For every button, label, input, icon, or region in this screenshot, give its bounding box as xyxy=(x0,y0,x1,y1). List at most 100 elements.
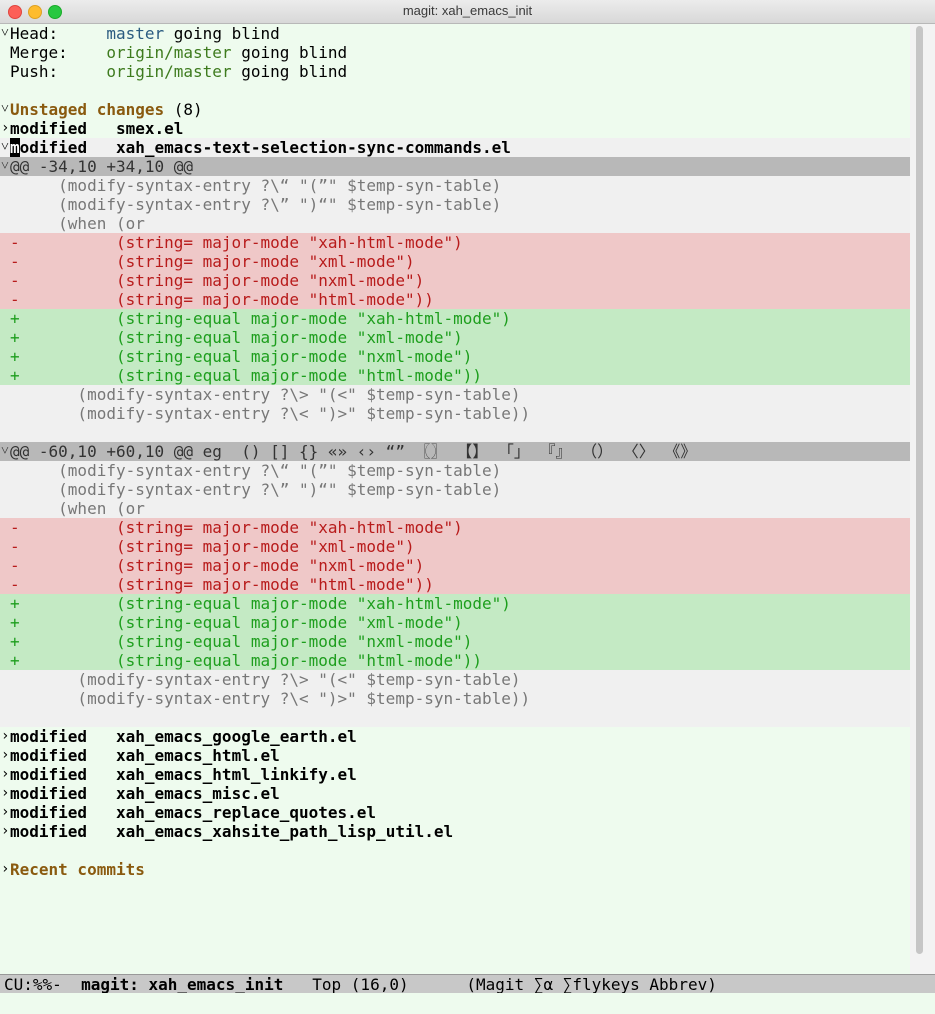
file-name[interactable]: xah_emacs_html_linkify.el xyxy=(116,765,357,784)
diff-line-text: + (string-equal major-mode "xml-mode") xyxy=(10,613,463,632)
head-line[interactable]: Push: origin/master going blind xyxy=(0,62,935,81)
branch-ref[interactable]: master xyxy=(106,24,164,43)
hunk-header[interactable]: ˅ @@ -34,10 +34,10 @@ xyxy=(0,157,910,176)
diff-context-line[interactable]: (modify-syntax-entry ?\> "(<" $temp-syn-… xyxy=(0,385,935,404)
diff-context-line[interactable]: (modify-syntax-entry ?\” ")“" $temp-syn-… xyxy=(0,480,935,499)
head-label: Merge: xyxy=(10,43,68,62)
section-title[interactable]: Unstaged changes xyxy=(10,100,164,119)
diff-added-line[interactable]: + (string-equal major-mode "html-mode")) xyxy=(0,366,910,385)
file-entry[interactable]: › modified xah_emacs_replace_quotes.el xyxy=(0,803,935,822)
diff-line-text: (when (or xyxy=(10,214,145,233)
diff-removed-line[interactable]: - (string= major-mode "html-mode")) xyxy=(0,290,910,309)
diff-added-line[interactable]: + (string-equal major-mode "nxml-mode") xyxy=(0,632,910,651)
file-entry[interactable]: › modified xah_emacs_html_linkify.el xyxy=(0,765,935,784)
expand-chevron-icon[interactable]: › xyxy=(1,727,10,746)
modeline-position: Top (16,0) xyxy=(312,975,409,994)
modeline-modes: (Magit ∑α ∑flykeys Abbrev) xyxy=(466,975,717,994)
collapse-chevron-icon[interactable]: ˅ xyxy=(1,100,10,119)
diff-removed-line[interactable]: - (string= major-mode "xah-html-mode") xyxy=(0,518,910,537)
expand-chevron-icon[interactable]: › xyxy=(1,119,10,138)
hunk-header[interactable]: ˅ @@ -60,10 +60,10 @@ eg () [] {} «» ‹› “… xyxy=(0,442,910,461)
section-unstaged[interactable]: ˅ Unstaged changes (8) xyxy=(0,100,935,119)
collapse-chevron-icon[interactable]: ˅ xyxy=(1,442,10,461)
diff-context-line[interactable]: (modify-syntax-entry ?\“ "(”" $temp-syn-… xyxy=(0,176,935,195)
magit-status-buffer[interactable]: ˅ Head: master going blind Merge: origin/m… xyxy=(0,24,935,974)
diff-line-text: (when (or xyxy=(10,499,145,518)
section-title[interactable]: Recent commits xyxy=(10,860,145,879)
diff-line-text: - (string= major-mode "nxml-mode") xyxy=(10,556,425,575)
diff-removed-line[interactable]: - (string= major-mode "xah-html-mode") xyxy=(0,233,910,252)
head-label: Head: xyxy=(10,24,59,43)
diff-removed-line[interactable]: - (string= major-mode "xml-mode") xyxy=(0,537,910,556)
file-name[interactable]: xah_emacs_google_earth.el xyxy=(116,727,357,746)
diff-context-line[interactable]: (modify-syntax-entry ?\” ")“" $temp-syn-… xyxy=(0,195,935,214)
modeline-buffer-name: magit: xah_emacs_init xyxy=(81,975,284,994)
diff-line-text: + (string-equal major-mode "html-mode")) xyxy=(10,366,483,385)
expand-chevron-icon[interactable]: › xyxy=(1,765,10,784)
collapse-chevron-icon[interactable]: ˅ xyxy=(1,157,10,176)
file-name[interactable]: xah_emacs-text-selection-sync-commands.e… xyxy=(116,138,511,157)
expand-chevron-icon[interactable]: › xyxy=(1,784,10,803)
mode-line: CU:%%- magit: xah_emacs_init Top (16,0) … xyxy=(0,974,935,994)
file-status: modified xyxy=(10,119,88,138)
diff-removed-line[interactable]: - (string= major-mode "nxml-mode") xyxy=(0,271,910,290)
hunk-header-text: @@ -34,10 +34,10 @@ xyxy=(10,157,194,176)
diff-line-text: (modify-syntax-entry ?\> "(<" $temp-syn-… xyxy=(10,670,521,689)
collapse-chevron-icon[interactable]: ˅ xyxy=(1,138,10,157)
diff-added-line[interactable]: + (string-equal major-mode "xah-html-mod… xyxy=(0,309,910,328)
file-entry[interactable]: › modified smex.el xyxy=(0,119,935,138)
diff-added-line[interactable]: + (string-equal major-mode "xah-html-mod… xyxy=(0,594,910,613)
diff-context-line[interactable]: (when (or xyxy=(0,499,935,518)
file-name[interactable]: xah_emacs_replace_quotes.el xyxy=(116,803,376,822)
expand-chevron-icon[interactable]: › xyxy=(1,860,10,879)
diff-line-text: + (string-equal major-mode "nxml-mode") xyxy=(10,347,473,366)
diff-added-line[interactable]: + (string-equal major-mode "html-mode")) xyxy=(0,651,910,670)
diff-added-line[interactable]: + (string-equal major-mode "xml-mode") xyxy=(0,328,910,347)
file-status: modified xyxy=(10,746,88,765)
diff-line-text: - (string= major-mode "xah-html-mode") xyxy=(10,233,463,252)
diff-removed-line[interactable]: - (string= major-mode "html-mode")) xyxy=(0,575,910,594)
diff-context-line[interactable]: (modify-syntax-entry ?\“ "(”" $temp-syn-… xyxy=(0,461,935,480)
file-name[interactable]: smex.el xyxy=(116,119,183,138)
branch-ref[interactable]: origin/master xyxy=(106,43,231,62)
expand-chevron-icon[interactable]: › xyxy=(1,822,10,841)
diff-context-line[interactable]: (modify-syntax-entry ?\> "(<" $temp-syn-… xyxy=(0,670,935,689)
diff-added-line[interactable]: + (string-equal major-mode "nxml-mode") xyxy=(0,347,910,366)
diff-context-line[interactable]: (when (or xyxy=(0,214,935,233)
diff-context-line[interactable]: (modify-syntax-entry ?\< ")>" $temp-syn-… xyxy=(0,404,935,423)
scrollbar-thumb[interactable] xyxy=(916,26,923,954)
diff-line-text: + (string-equal major-mode "xah-html-mod… xyxy=(10,594,511,613)
file-status: modified xyxy=(10,765,88,784)
head-line[interactable]: Merge: origin/master going blind xyxy=(0,43,935,62)
diff-line-text: - (string= major-mode "html-mode")) xyxy=(10,290,434,309)
section-recent[interactable]: › Recent commits xyxy=(0,860,935,879)
diff-added-line[interactable]: + (string-equal major-mode "xml-mode") xyxy=(0,613,910,632)
scrollbar[interactable] xyxy=(910,24,935,974)
blank-line xyxy=(0,423,935,442)
branch-ref[interactable]: origin/master xyxy=(106,62,231,81)
file-name[interactable]: xah_emacs_html.el xyxy=(116,746,280,765)
diff-line-text: + (string-equal major-mode "nxml-mode") xyxy=(10,632,473,651)
file-name[interactable]: xah_emacs_xahsite_path_lisp_util.el xyxy=(116,822,453,841)
head-label: Push: xyxy=(10,62,59,81)
file-entry[interactable]: › modified xah_emacs_misc.el xyxy=(0,784,935,803)
file-entry[interactable]: › modified xah_emacs_xahsite_path_lisp_ut… xyxy=(0,822,935,841)
expand-chevron-icon[interactable]: › xyxy=(1,746,10,765)
diff-removed-line[interactable]: - (string= major-mode "xml-mode") xyxy=(0,252,910,271)
modeline-state: CU:%%- xyxy=(4,975,62,994)
minibuffer[interactable] xyxy=(0,993,935,1014)
diff-context-line[interactable]: (modify-syntax-entry ?\< ")>" $temp-syn-… xyxy=(0,689,935,708)
collapse-chevron-icon[interactable]: ˅ xyxy=(1,24,10,43)
diff-line-text: (modify-syntax-entry ?\“ "(”" $temp-syn-… xyxy=(10,176,502,195)
head-line[interactable]: ˅ Head: master going blind xyxy=(0,24,935,43)
diff-removed-line[interactable]: - (string= major-mode "nxml-mode") xyxy=(0,556,910,575)
cursor: m xyxy=(10,138,20,157)
expand-chevron-icon[interactable]: › xyxy=(1,803,10,822)
file-entry[interactable]: › modified xah_emacs_google_earth.el xyxy=(0,727,935,746)
file-name[interactable]: xah_emacs_misc.el xyxy=(116,784,280,803)
diff-line-text: + (string-equal major-mode "xah-html-mod… xyxy=(10,309,511,328)
file-entry[interactable]: › modified xah_emacs_html.el xyxy=(0,746,935,765)
file-entry[interactable]: ˅ modified xah_emacs-text-selection-sync-… xyxy=(0,138,935,157)
diff-line-text: - (string= major-mode "html-mode")) xyxy=(10,575,434,594)
